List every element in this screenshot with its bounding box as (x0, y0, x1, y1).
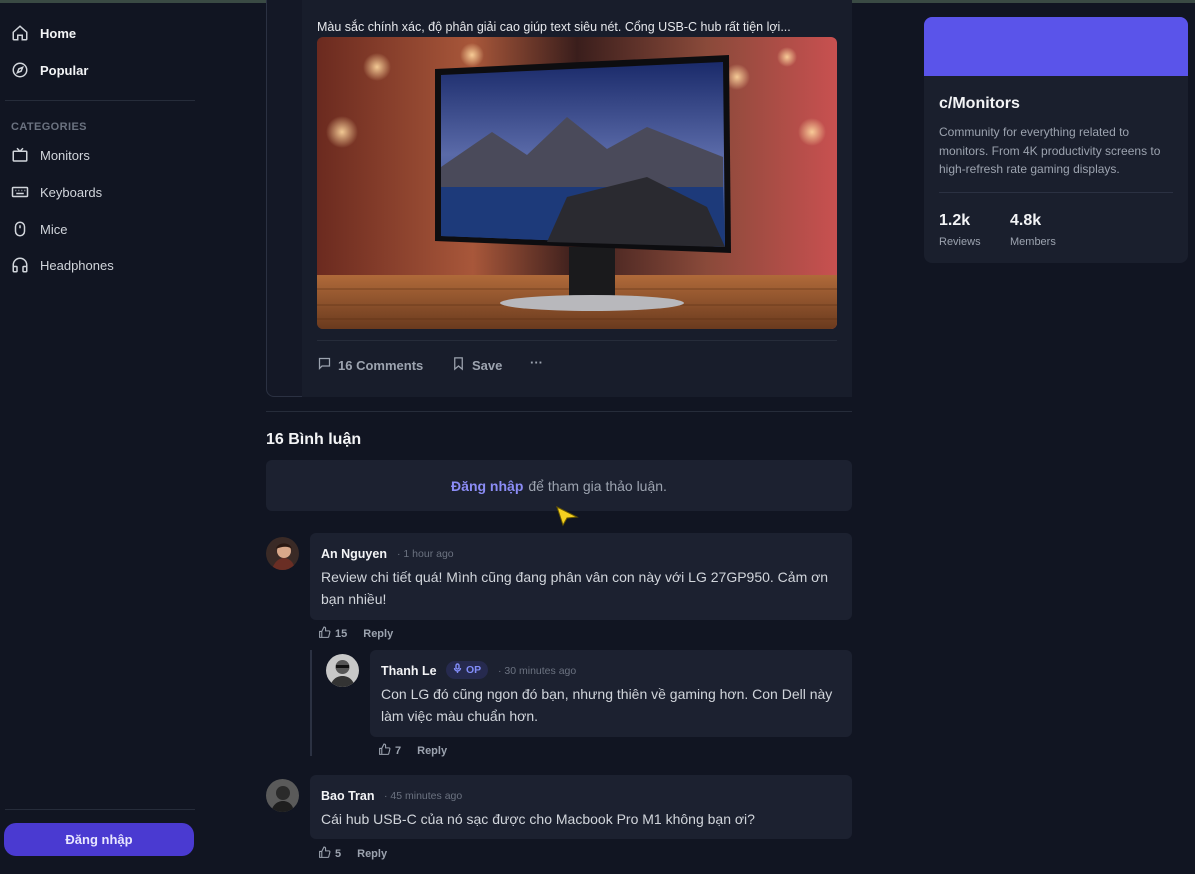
nav-item-home[interactable]: Home (10, 23, 76, 43)
community-banner (924, 17, 1188, 76)
thumbs-up-icon (318, 846, 331, 862)
comment-timestamp: · 45 minutes ago (384, 790, 463, 802)
comment-author[interactable]: An Nguyen (321, 547, 387, 561)
sidebar-item-label: Keyboards (40, 184, 103, 200)
comment-actions: 7 Reply (378, 743, 447, 759)
thumbs-up-icon (378, 743, 391, 759)
community-card: c/Monitors Community for everything rela… (924, 17, 1188, 263)
comment-text: Cái hub USB-C của nó sạc được cho Macboo… (321, 811, 755, 827)
comment-actions: 15 Reply (318, 626, 393, 642)
reply-button[interactable]: Reply (363, 628, 393, 640)
mic-icon (453, 663, 462, 677)
login-button[interactable]: Đăng nhập (4, 823, 194, 856)
thread-line (310, 650, 312, 756)
comment-author[interactable]: Thanh Le (381, 664, 437, 678)
comment-actions: 5 Reply (318, 846, 387, 862)
community-description: Community for everything related to moni… (939, 125, 1161, 176)
mouse-cursor-icon (555, 505, 581, 532)
tv-icon (10, 145, 30, 165)
sidebar-item-monitors[interactable]: Monitors (10, 145, 90, 165)
sidebar-item-headphones[interactable]: Headphones (10, 255, 114, 275)
save-button[interactable]: Save (451, 356, 502, 374)
avatar[interactable] (326, 654, 359, 687)
comment-icon (317, 356, 332, 374)
comment-timestamp: · 1 hour ago (397, 548, 454, 560)
more-options-button[interactable]: ··· (530, 355, 543, 370)
login-prompt: Đăng nhập để tham gia thảo luận. (266, 460, 852, 511)
headphones-icon (10, 255, 30, 275)
comments-count-label: 16 Comments (338, 357, 424, 373)
comment-text: Review chi tiết quá! Mình cũng đang phân… (321, 569, 829, 607)
login-prompt-text: để tham gia thảo luận. (528, 477, 667, 494)
save-label: Save (472, 357, 503, 373)
compass-icon (10, 60, 30, 80)
like-count: 5 (335, 848, 342, 860)
comment-text: Con LG đó cũng ngon đó bạn, nhưng thiên … (381, 686, 833, 724)
sidebar-item-mice[interactable]: Mice (10, 219, 67, 239)
like-count: 7 (395, 745, 402, 757)
monitor-product-image (317, 37, 837, 329)
nav-item-label: Home (40, 25, 77, 41)
sidebar-item-label: Headphones (40, 257, 114, 273)
reply-button[interactable]: Reply (417, 745, 447, 757)
stat-members-label: Members (1010, 236, 1056, 248)
like-button[interactable]: 15 (318, 626, 347, 642)
like-count: 15 (335, 628, 348, 640)
comments-button[interactable]: 16 Comments (317, 356, 423, 374)
comments-heading: 16 Bình luận (266, 431, 362, 448)
community-name[interactable]: c/Monitors (939, 95, 1020, 113)
stat-reviews-value: 1.2k (939, 212, 971, 229)
keyboard-icon (10, 182, 30, 202)
home-icon (10, 23, 30, 43)
section-divider (266, 411, 852, 412)
stat-reviews-label: Reviews (939, 236, 981, 248)
more-icon: ··· (530, 355, 543, 370)
like-button[interactable]: 5 (318, 846, 341, 862)
nav-item-popular[interactable]: Popular (10, 60, 88, 80)
sidebar-item-label: Monitors (40, 147, 90, 163)
login-link[interactable]: Đăng nhập (451, 478, 523, 494)
post-divider (317, 340, 837, 341)
community-divider (939, 192, 1173, 193)
post-body-text: Màu sắc chính xác, độ phân giải cao giúp… (317, 20, 791, 34)
categories-heading: CATEGORIES (11, 121, 87, 133)
comment-author[interactable]: Bao Tran (321, 789, 375, 803)
sidebar-item-keyboards[interactable]: Keyboards (10, 182, 102, 202)
stat-members-value: 4.8k (1010, 212, 1042, 229)
op-badge: OP (446, 661, 489, 679)
thumbs-up-icon (318, 626, 331, 642)
like-button[interactable]: 7 (378, 743, 401, 759)
sidebar-divider (5, 809, 195, 810)
bookmark-icon (451, 356, 466, 374)
sidebar-item-label: Mice (40, 221, 68, 237)
nav-item-label: Popular (40, 62, 89, 78)
comment-timestamp: · 30 minutes ago (498, 665, 577, 677)
op-badge-label: OP (466, 664, 482, 676)
avatar[interactable] (266, 779, 299, 812)
left-sidebar: Home Popular CATEGORIES Monitors Keyboar… (0, 3, 206, 874)
reply-button[interactable]: Reply (357, 848, 387, 860)
sidebar-divider (5, 100, 195, 101)
avatar[interactable] (266, 537, 299, 570)
mouse-icon (10, 219, 30, 239)
